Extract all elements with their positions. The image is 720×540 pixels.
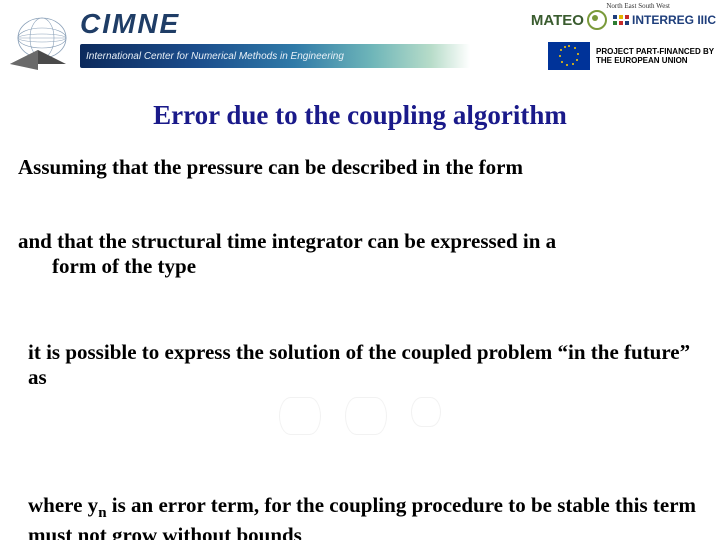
slide-title: Error due to the coupling algorithm: [0, 100, 720, 131]
slide-header: CIMNE International Center for Numerical…: [0, 0, 720, 82]
mateo-logo: MATEO: [531, 10, 607, 30]
paragraph-3: it is possible to express the solution o…: [18, 340, 702, 391]
cimne-subtitle: International Center for Numerical Metho…: [86, 51, 344, 62]
slide-body: Assuming that the pressure can be descri…: [0, 155, 720, 540]
paragraph-4-post: is an error term, for the coupling proce…: [28, 493, 696, 540]
paragraph-4: where yn is an error term, for the coupl…: [18, 493, 702, 540]
partner-logos: North East South West MATEO INTERREG III…: [476, 2, 716, 80]
interreg-dots-icon: [613, 15, 629, 25]
cimne-logo-block: CIMNE International Center for Numerical…: [0, 0, 474, 82]
paragraph-2: and that the structural time integrator …: [18, 229, 702, 280]
paragraph-4-pre: where y: [28, 493, 98, 517]
eu-flag-icon: [548, 42, 590, 70]
paren-icon: [411, 397, 441, 427]
mateo-circle-icon: [587, 10, 607, 30]
cimne-globe-icon: [4, 10, 72, 72]
paren-icon: [345, 397, 387, 435]
eu-cofinance-text: PROJECT PART-FINANCED BY THE EUROPEAN UN…: [596, 47, 716, 65]
mateo-label: MATEO: [531, 12, 584, 29]
equation-placeholder: [18, 397, 702, 435]
interreg-superscript: North East South West: [606, 2, 670, 10]
paragraph-1: Assuming that the pressure can be descri…: [18, 155, 702, 181]
paragraph-2-line1: and that the structural time integrator …: [18, 229, 556, 253]
paragraph-4-subscript: n: [98, 505, 106, 521]
paren-icon: [279, 397, 321, 435]
interreg-label: INTERREG IIIC: [632, 13, 716, 27]
cimne-gradient-bar: International Center for Numerical Metho…: [80, 44, 470, 68]
paragraph-2-line2: form of the type: [18, 254, 702, 280]
cimne-title: CIMNE: [80, 8, 460, 40]
interreg-logo: INTERREG IIIC: [613, 13, 716, 27]
